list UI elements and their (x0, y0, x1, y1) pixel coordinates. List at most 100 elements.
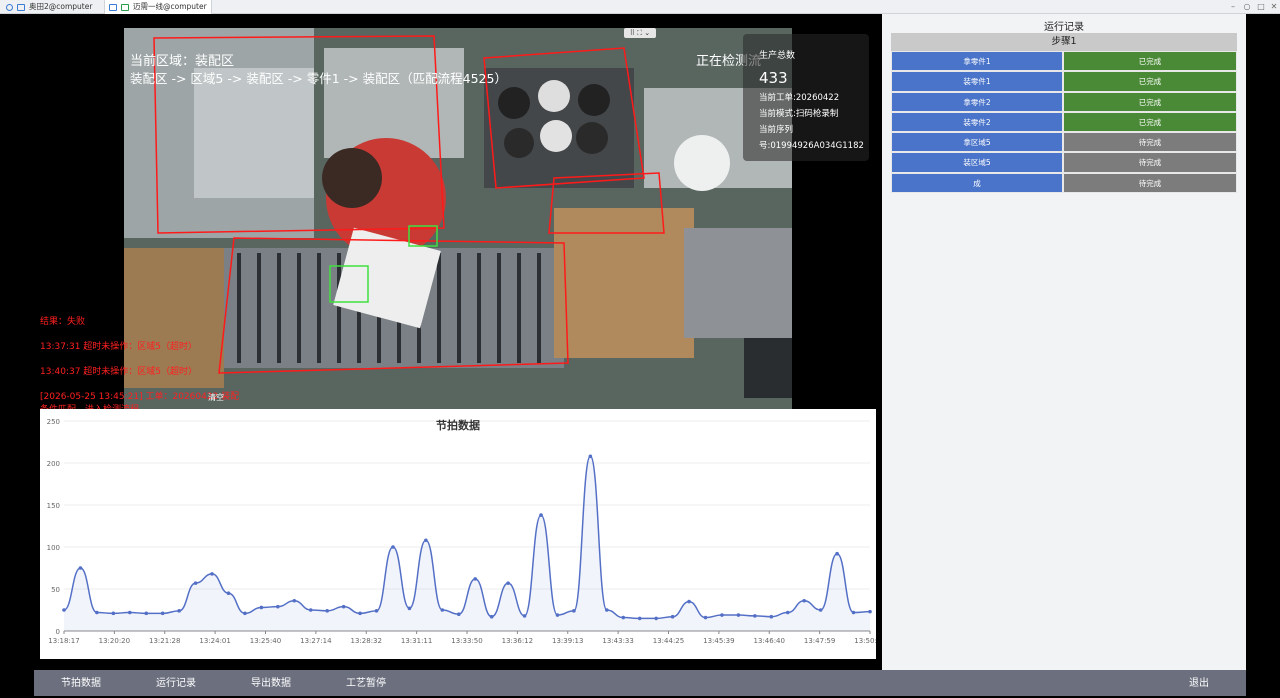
step-name: 拿零件2 (891, 91, 1063, 112)
info-box: 生产总数 433 当前工单:20260422 当前模式:扫码枪录制 当前序列 号… (743, 34, 869, 161)
minimize-icon[interactable]: – (1226, 0, 1240, 14)
step-state: 已完成 (1063, 111, 1237, 133)
current-area-label: 当前区域：装配区 (130, 54, 235, 69)
x-tick-label: 13:27:14 (300, 637, 332, 645)
step-name: 装区域5 (891, 152, 1063, 173)
step-name: 装零件2 (891, 111, 1063, 133)
y-tick-label: 0 (56, 628, 60, 636)
step-state: 待完成 (1063, 132, 1237, 153)
x-tick-label: 13:45:39 (703, 637, 734, 645)
x-tick-label: 13:25:40 (250, 637, 281, 645)
table-row: 成 待完成 (891, 172, 1237, 194)
monitor-icon (17, 3, 25, 11)
step-header: 步骤1 (891, 33, 1237, 51)
data-point (424, 538, 428, 543)
x-tick-label: 13:24:01 (199, 637, 230, 645)
data-point (835, 551, 839, 556)
exit-button[interactable]: 退出 (1189, 670, 1209, 696)
data-point (243, 611, 247, 616)
camera-toolbar[interactable]: ⠿ ⛶ ⌄ (624, 28, 656, 38)
x-tick-label: 13:44:25 (653, 637, 684, 645)
nav-export-data[interactable]: 导出数据 (251, 670, 291, 696)
data-point (785, 610, 790, 615)
nav-beat-data[interactable]: 节拍数据 (61, 670, 101, 696)
side-strip (1246, 14, 1280, 670)
data-point (111, 611, 116, 616)
x-tick-label: 13:36:12 (502, 637, 533, 645)
data-point (341, 604, 346, 609)
y-tick-label: 200 (47, 460, 60, 468)
tab-session-2[interactable]: 迈需一线@computer (104, 0, 212, 14)
clear-button[interactable]: 清空 (208, 392, 224, 403)
data-point (736, 613, 741, 617)
data-point (506, 581, 510, 585)
step-name: 装零件1 (891, 71, 1063, 92)
data-point (802, 598, 807, 603)
tab-label: 迈需一线@computer (133, 2, 207, 11)
data-point (440, 608, 445, 612)
tab-label: 奥田2@computer (29, 2, 93, 11)
data-point (522, 614, 527, 618)
data-point (78, 566, 83, 570)
data-point (572, 609, 576, 613)
data-point (473, 577, 478, 581)
data-point (308, 608, 313, 612)
data-point (539, 513, 543, 517)
data-point (259, 605, 264, 610)
step-name: 拿零件1 (891, 51, 1063, 72)
order-label: 当前工单:20260422 (759, 93, 840, 103)
table-row: 装零件1 已完成 (891, 71, 1237, 92)
step-state: 待完成 (1063, 172, 1237, 194)
data-point (325, 609, 329, 613)
route-label: 装配区 -> 区域5 -> 装配区 -> 零件1 -> 装配区（匹配流程4525… (130, 71, 507, 86)
nav-pause-process[interactable]: 工艺暂停 (346, 670, 386, 696)
data-point (62, 608, 66, 612)
table-row: 拿零件2 已完成 (891, 91, 1237, 112)
beat-chart: 节拍数据 0 50 100 150 200 250 13:18:17 13:20:20 13:2… (40, 409, 886, 659)
log-line: 13:37:31 超时未操作：区域5（超时） (40, 342, 198, 352)
data-point (703, 615, 708, 620)
restore-icon[interactable]: ○ (1240, 0, 1254, 14)
log-line: [2026-05-25 13:45:21] 工单：20260422 装配 (40, 392, 240, 402)
data-point (818, 608, 823, 612)
serial-value: 号:01994926A034G1182 (759, 141, 864, 151)
chart-canvas: 05010015020025013:18:17 13:20:20 13:21:28 1… (47, 418, 886, 645)
data-point (753, 614, 757, 618)
data-point (588, 454, 593, 459)
data-point (456, 612, 461, 616)
serial-label: 当前序列 (759, 125, 794, 135)
x-tick-label: 13:18:17 (48, 637, 79, 645)
total-label: 生产总数 (759, 51, 796, 61)
maximize-icon[interactable]: □ (1254, 0, 1268, 14)
x-tick-label: 13:39:13 (552, 637, 583, 645)
nav-run-records[interactable]: 运行记录 (156, 670, 196, 696)
data-point (407, 606, 412, 611)
data-point (177, 609, 181, 613)
data-point (654, 616, 658, 621)
x-tick-label: 13:28:32 (351, 637, 382, 645)
total-count: 433 (759, 69, 788, 87)
data-point (868, 609, 872, 614)
step-state: 已完成 (1063, 71, 1237, 92)
tab-session-1[interactable]: 奥田2@computer (2, 0, 96, 14)
chart-title: 节拍数据 (436, 419, 480, 432)
data-point (210, 572, 214, 576)
y-tick-label: 50 (51, 586, 60, 594)
result-status: 结果：失败 (40, 317, 86, 327)
shield-icon (121, 3, 129, 11)
step-name: 拿区域5 (891, 132, 1063, 153)
main-panel: 当前区域：装配区 装配区 -> 区域5 -> 装配区 -> 零件1 -> 装配区… (0, 14, 886, 670)
step-state: 已完成 (1063, 91, 1237, 112)
y-tick-label: 150 (47, 502, 60, 510)
table-row: 拿零件1 已完成 (891, 51, 1237, 72)
tab-bar: 奥田2@computer 迈需一线@computer – ○ □ ✕ (0, 0, 1280, 14)
x-tick-label: 13:33:50 (451, 637, 482, 645)
step-table: 步骤1 拿零件1 已完成 装零件1 已完成 拿零件2 已完成 装零件2 已完成 … (891, 33, 1237, 194)
x-tick-label: 13:50:21 (854, 637, 876, 645)
close-icon[interactable]: ✕ (1267, 0, 1280, 14)
data-point (276, 604, 280, 609)
table-row: 拿区域5 待完成 (891, 132, 1237, 153)
data-point (720, 613, 724, 617)
data-point (144, 611, 149, 616)
x-tick-label: 13:47:59 (804, 637, 835, 645)
